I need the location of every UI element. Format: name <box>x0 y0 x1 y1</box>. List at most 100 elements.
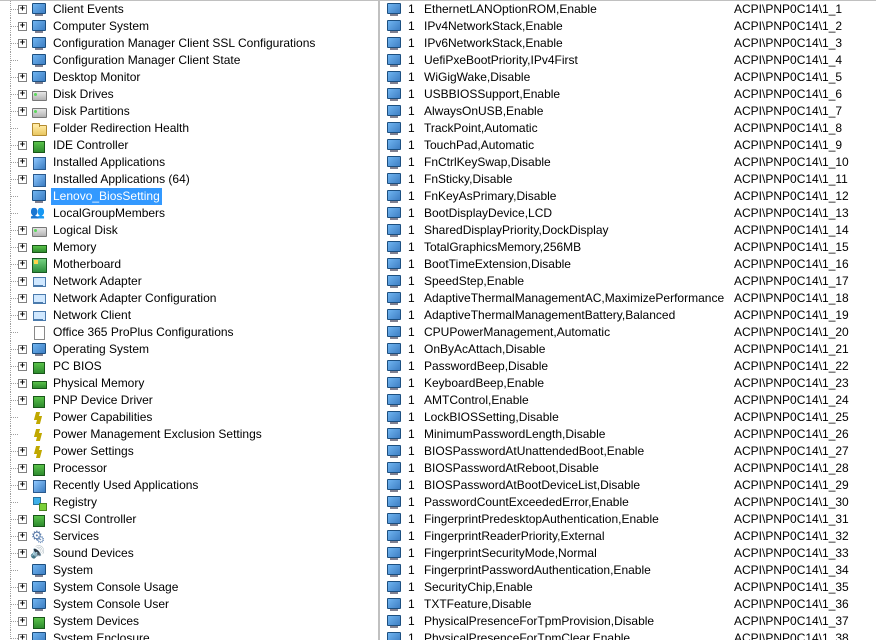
tree-item-label[interactable]: Office 365 ProPlus Configurations <box>51 324 236 341</box>
list-row[interactable]: 1AdaptiveThermalManagementAC,MaximizePer… <box>380 290 875 307</box>
tree-item[interactable]: + Disk Partitions <box>0 103 378 120</box>
tree-item[interactable]: + Operating System <box>0 341 378 358</box>
expand-icon[interactable]: + <box>18 226 27 235</box>
list-row[interactable]: 1IPv4NetworkStack,EnableACPI\PNP0C14\1_2 <box>380 18 875 35</box>
tree-item-label[interactable]: System Console Usage <box>51 579 180 596</box>
list-row[interactable]: 1USBBIOSSupport,EnableACPI\PNP0C14\1_6 <box>380 86 875 103</box>
tree-item-label[interactable]: PNP Device Driver <box>51 392 155 409</box>
list-row[interactable]: 1FingerprintSecurityMode,NormalACPI\PNP0… <box>380 545 875 562</box>
list-row[interactable]: 1AlwaysOnUSB,EnableACPI\PNP0C14\1_7 <box>380 103 875 120</box>
tree-item-label[interactable]: Computer System <box>51 18 151 35</box>
expand-icon[interactable]: + <box>18 447 27 456</box>
tree-item[interactable]: +Memory <box>0 239 378 256</box>
tree-item-label[interactable]: System Devices <box>51 613 141 630</box>
tree-item[interactable]: +Physical Memory <box>0 375 378 392</box>
tree-item[interactable]: + PC BIOS <box>0 358 378 375</box>
expand-icon[interactable]: + <box>18 515 27 524</box>
expand-icon[interactable]: + <box>18 158 27 167</box>
expand-icon[interactable]: + <box>18 39 27 48</box>
list-row[interactable]: 1TXTFeature,DisableACPI\PNP0C14\1_36 <box>380 596 875 613</box>
expand-icon[interactable]: + <box>18 22 27 31</box>
tree-item-label[interactable]: Memory <box>51 239 98 256</box>
list-row[interactable]: 1FnKeyAsPrimary,DisableACPI\PNP0C14\1_12 <box>380 188 875 205</box>
list-row[interactable]: 1BootTimeExtension,DisableACPI\PNP0C14\1… <box>380 256 875 273</box>
list-row[interactable]: 1LockBIOSSetting,DisableACPI\PNP0C14\1_2… <box>380 409 875 426</box>
list-row[interactable]: 1EthernetLANOptionROM,EnableACPI\PNP0C14… <box>380 1 875 18</box>
tree-item[interactable]: + System Devices <box>0 613 378 630</box>
expand-icon[interactable]: + <box>18 481 27 490</box>
tree-item-label[interactable]: Power Settings <box>51 443 136 460</box>
tree-item-label[interactable]: System Enclosure <box>51 630 152 640</box>
tree-item[interactable]: + Computer System <box>0 18 378 35</box>
list-row[interactable]: 1PhysicalPresenceForTpmClear,EnableACPI\… <box>380 630 875 640</box>
tree-item[interactable]: +System Console User <box>0 596 378 613</box>
tree-item[interactable]: +Disk Drives <box>0 86 378 103</box>
tree-item[interactable]: Lenovo_BiosSetting <box>0 188 378 205</box>
list-row[interactable]: 1SpeedStep,EnableACPI\PNP0C14\1_17 <box>380 273 875 290</box>
tree-item-label[interactable]: Network Client <box>51 307 133 324</box>
tree-item-label[interactable]: Lenovo_BiosSetting <box>51 188 162 205</box>
tree-item-label[interactable]: Network Adapter <box>51 273 144 290</box>
list-row[interactable]: 1FingerprintPredesktopAuthentication,Ena… <box>380 511 875 528</box>
tree-item-label[interactable]: System <box>51 562 95 579</box>
tree-item[interactable]: +IDE Controller <box>0 137 378 154</box>
tree-item[interactable]: Folder Redirection Health <box>0 120 378 137</box>
tree-item[interactable]: +Motherboard <box>0 256 378 273</box>
tree-item-label[interactable]: PC BIOS <box>51 358 104 375</box>
list-row[interactable]: 1WiGigWake,DisableACPI\PNP0C14\1_5 <box>380 69 875 86</box>
tree-panel[interactable]: +Client Events+Computer System+Configura… <box>0 1 380 640</box>
tree-item-label[interactable]: Services <box>51 528 101 545</box>
tree-item-label[interactable]: Configuration Manager Client SSL Configu… <box>51 35 317 52</box>
expand-icon[interactable]: + <box>18 345 27 354</box>
expand-icon[interactable]: + <box>18 617 27 626</box>
list-row[interactable]: 1IPv6NetworkStack,EnableACPI\PNP0C14\1_3 <box>380 35 875 52</box>
tree-item[interactable]: +System Enclosure <box>0 630 378 640</box>
tree-item-label[interactable]: Power Capabilities <box>51 409 154 426</box>
tree-item[interactable]: + PNP Device Driver <box>0 392 378 409</box>
list-row[interactable]: 1FingerprintReaderPriority,ExternalACPI\… <box>380 528 875 545</box>
list-row[interactable]: 1MinimumPasswordLength,DisableACPI\PNP0C… <box>380 426 875 443</box>
tree-item-label[interactable]: Power Management Exclusion Settings <box>51 426 264 443</box>
list-row[interactable]: 1BootDisplayDevice,LCDACPI\PNP0C14\1_13 <box>380 205 875 222</box>
expand-icon[interactable]: + <box>18 311 27 320</box>
tree-item[interactable]: + Desktop Monitor <box>0 69 378 86</box>
expand-icon[interactable]: + <box>18 362 27 371</box>
tree-item[interactable]: Configuration Manager Client State <box>0 52 378 69</box>
tree-item-label[interactable]: Disk Partitions <box>51 103 132 120</box>
expand-icon[interactable]: + <box>18 277 27 286</box>
expand-icon[interactable]: + <box>18 583 27 592</box>
tree-item-label[interactable]: Registry <box>51 494 99 511</box>
tree-item-label[interactable]: Sound Devices <box>51 545 136 562</box>
expand-icon[interactable]: + <box>18 175 27 184</box>
tree-item-label[interactable]: Network Adapter Configuration <box>51 290 218 307</box>
tree-item[interactable]: +Services <box>0 528 378 545</box>
tree-item-label[interactable]: Installed Applications (64) <box>51 171 192 188</box>
tree-item[interactable]: +Processor <box>0 460 378 477</box>
tree-item[interactable]: LocalGroupMembers <box>0 205 378 222</box>
tree-item-label[interactable]: Folder Redirection Health <box>51 120 191 137</box>
tree-item-label[interactable]: Installed Applications <box>51 154 167 171</box>
tree-item-label[interactable]: System Console User <box>51 596 171 613</box>
expand-icon[interactable]: + <box>18 107 27 116</box>
list-row[interactable]: 1FingerprintPasswordAuthentication,Enabl… <box>380 562 875 579</box>
tree-item[interactable]: + Network Adapter <box>0 273 378 290</box>
list-row[interactable]: 1UefiPxeBootPriority,IPv4FirstACPI\PNP0C… <box>380 52 875 69</box>
list-row[interactable]: 1PasswordBeep,DisableACPI\PNP0C14\1_22 <box>380 358 875 375</box>
tree-item[interactable]: + Network Client <box>0 307 378 324</box>
expand-icon[interactable]: + <box>18 396 27 405</box>
tree-item-label[interactable]: Operating System <box>51 341 151 358</box>
list-row[interactable]: 1OnByAcAttach,DisableACPI\PNP0C14\1_21 <box>380 341 875 358</box>
tree-item-label[interactable]: Desktop Monitor <box>51 69 142 86</box>
tree-item-label[interactable]: Recently Used Applications <box>51 477 200 494</box>
tree-item-label[interactable]: Disk Drives <box>51 86 116 103</box>
list-row[interactable]: 1TotalGraphicsMemory,256MBACPI\PNP0C14\1… <box>380 239 875 256</box>
tree-item-label[interactable]: Client Events <box>51 1 126 18</box>
tree-item-label[interactable]: Physical Memory <box>51 375 146 392</box>
list-row[interactable]: 1SecurityChip,EnableACPI\PNP0C14\1_35 <box>380 579 875 596</box>
expand-icon[interactable]: + <box>18 73 27 82</box>
list-row[interactable]: 1AMTControl,EnableACPI\PNP0C14\1_24 <box>380 392 875 409</box>
list-row[interactable]: 1TrackPoint,AutomaticACPI\PNP0C14\1_8 <box>380 120 875 137</box>
list-row[interactable]: 1PasswordCountExceededError,EnableACPI\P… <box>380 494 875 511</box>
tree-item-label[interactable]: IDE Controller <box>51 137 130 154</box>
tree-item[interactable]: +Client Events <box>0 1 378 18</box>
